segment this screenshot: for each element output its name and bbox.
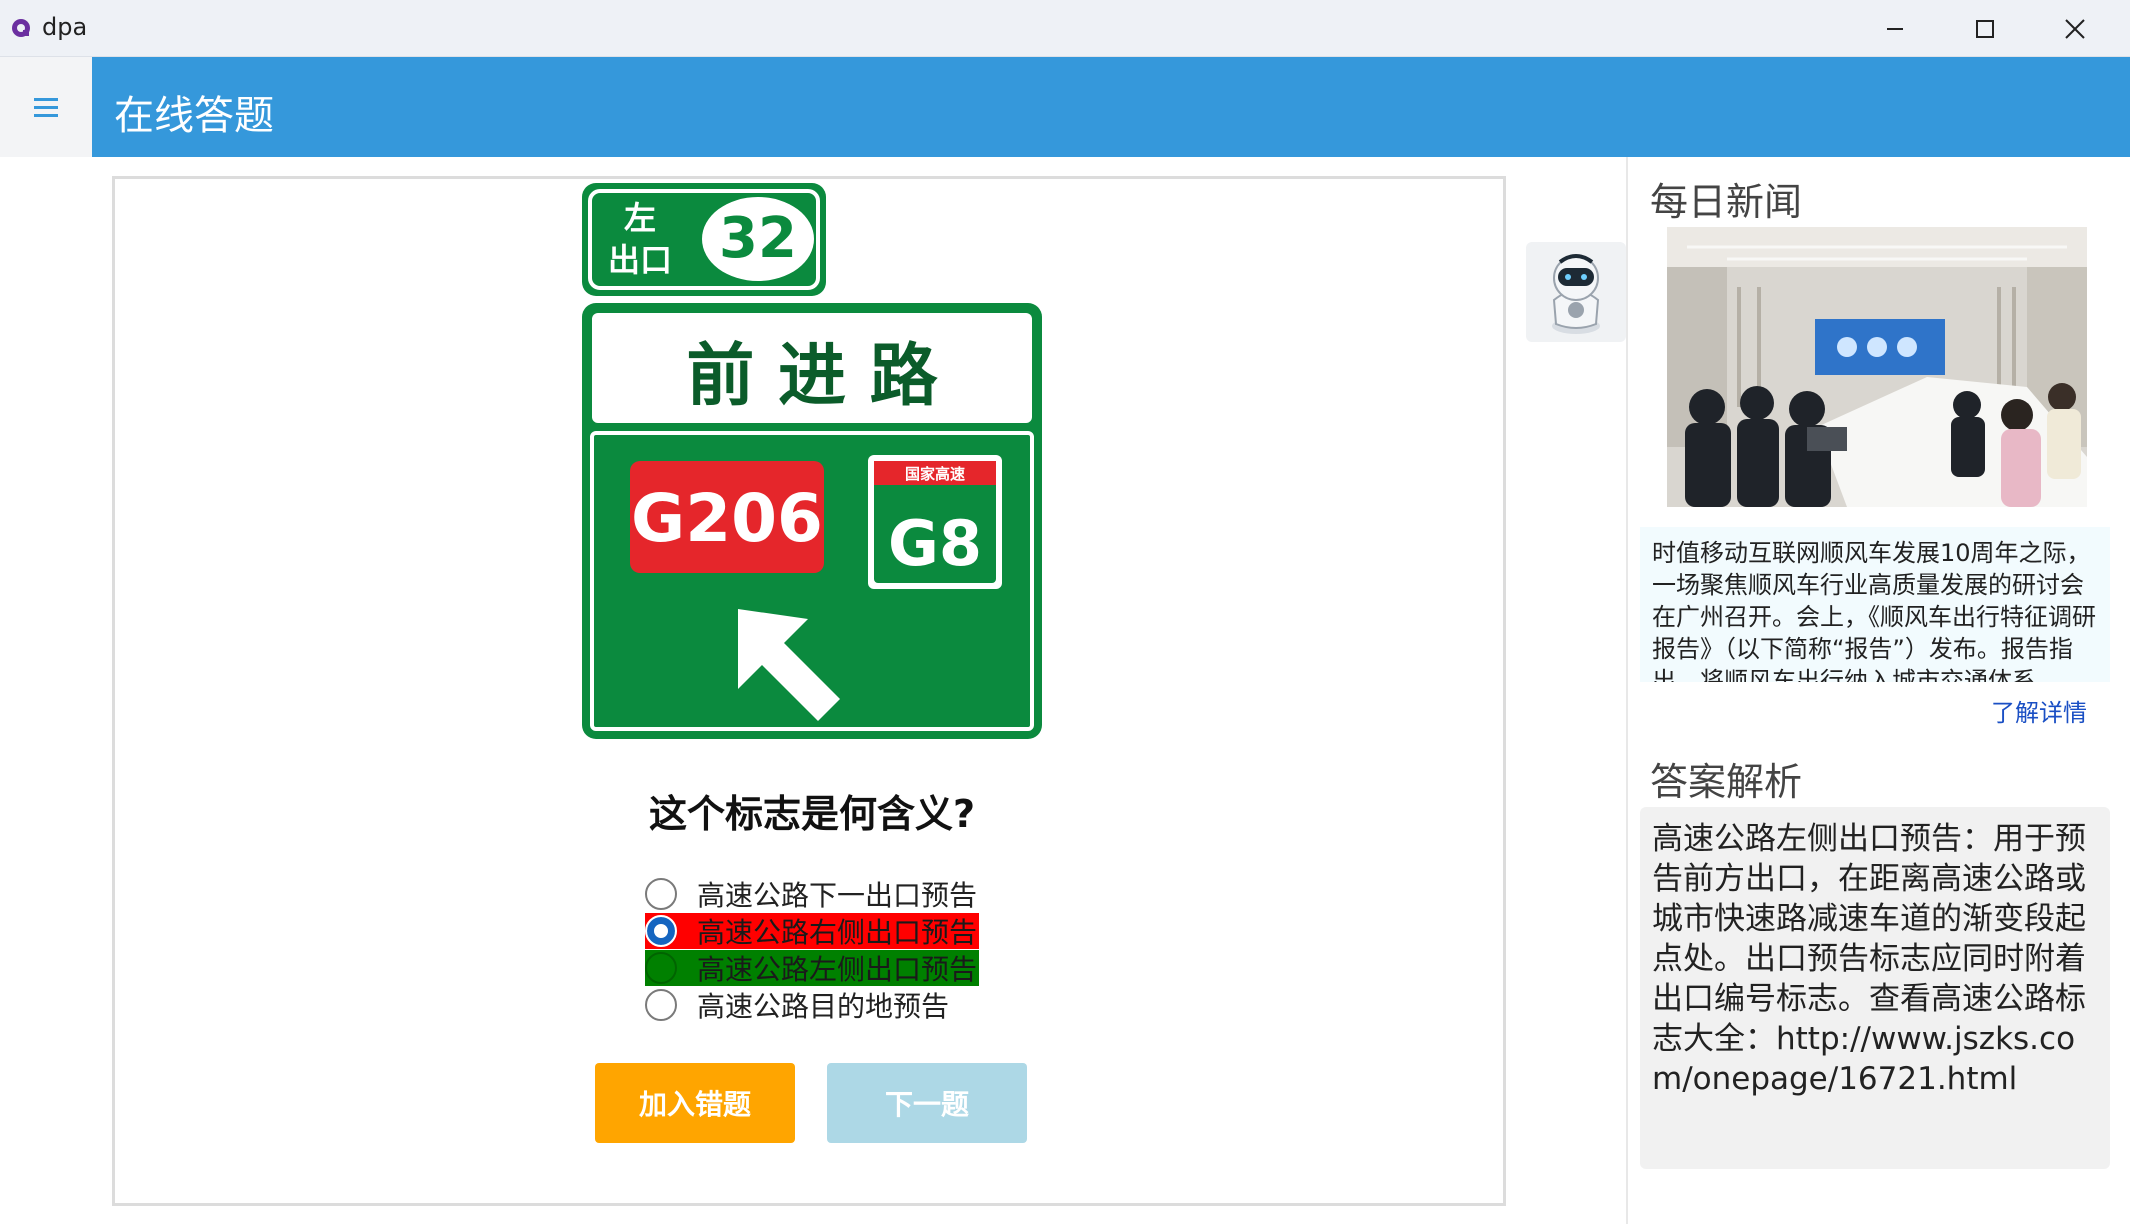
minimize-icon — [1887, 27, 1903, 30]
next-question-button[interactable]: 下一题 — [827, 1063, 1027, 1143]
exit-sign-graphic: 左 出口 32 前 进 路 G206 国家高速 G8 — [582, 183, 1042, 739]
learn-more-link[interactable]: 了解详情 — [1991, 693, 2087, 728]
add-to-wrong-button[interactable]: 加入错题 — [595, 1063, 795, 1143]
expressway-tag: 国家高速 — [905, 465, 965, 483]
option-3-correct[interactable]: 高速公路左侧出口预告 — [645, 950, 980, 986]
news-summary: 时值移动互联网顺风车发展10周年之际，一场聚焦顺风车行业高质量发展的研讨会在广州… — [1640, 527, 2110, 682]
analysis-title: 答案解析 — [1650, 760, 1803, 804]
minimize-button[interactable] — [1850, 0, 1940, 57]
exit-number: 32 — [719, 206, 797, 271]
option-label: 高速公路右侧出口预告 — [697, 916, 978, 949]
app-logo-icon — [12, 19, 30, 37]
close-button[interactable] — [2030, 0, 2120, 57]
window-title: dpa — [42, 13, 88, 41]
app-bar: 在线答题 — [0, 57, 2130, 157]
exit-side-line1: 左 — [624, 199, 656, 237]
hamburger-icon — [34, 98, 58, 117]
route-g8: G8 — [888, 507, 982, 580]
radio-button[interactable] — [645, 878, 677, 910]
option-1[interactable]: 高速公路下一出口预告 — [645, 876, 979, 912]
close-icon — [2065, 18, 2085, 39]
quiz-card: 左 出口 32 前 进 路 G206 国家高速 G8 这个标志是何含义? 高速公… — [112, 176, 1506, 1206]
option-label: 高速公路目的地预告 — [697, 990, 950, 1023]
conference-photo-image — [1667, 227, 2087, 507]
option-label: 高速公路左侧出口预告 — [697, 953, 978, 986]
option-4[interactable]: 高速公路目的地预告 — [645, 987, 979, 1023]
radio-button[interactable] — [645, 989, 677, 1021]
answer-options: 高速公路下一出口预告 高速公路右侧出口预告 高速公路左侧出口预告 高速公路目的地… — [645, 876, 980, 1024]
robot-assistant-button[interactable] — [1526, 242, 1626, 342]
radio-button-checked[interactable] — [645, 915, 677, 947]
exit-side-line2: 出口 — [608, 241, 672, 279]
option-label: 高速公路下一出口预告 — [697, 879, 978, 912]
hamburger-menu-button[interactable] — [0, 57, 92, 157]
road-name: 前 进 路 — [686, 337, 938, 416]
route-g206: G206 — [631, 480, 823, 557]
panel-divider — [1626, 157, 1628, 1224]
news-photo[interactable] — [1667, 227, 2087, 507]
page-header: 在线答题 — [92, 57, 2130, 157]
answer-analysis-text: 高速公路左侧出口预告：用于预告前方出口，在距离高速公路或城市快速路减速车道的渐变… — [1640, 807, 2110, 1169]
option-2-selected-wrong[interactable]: 高速公路右侧出口预告 — [645, 913, 980, 949]
maximize-icon — [1976, 19, 1994, 38]
news-title: 每日新闻 — [1650, 180, 1803, 224]
question-text: 这个标志是何含义? — [648, 792, 976, 836]
maximize-button[interactable] — [1940, 0, 2030, 57]
robot-icon — [1552, 254, 1600, 334]
page-title: 在线答题 — [114, 93, 274, 139]
radio-button[interactable] — [645, 952, 677, 984]
window-titlebar: dpa — [0, 0, 2130, 57]
traffic-sign-image: 左 出口 32 前 进 路 G206 国家高速 G8 — [578, 179, 1048, 743]
